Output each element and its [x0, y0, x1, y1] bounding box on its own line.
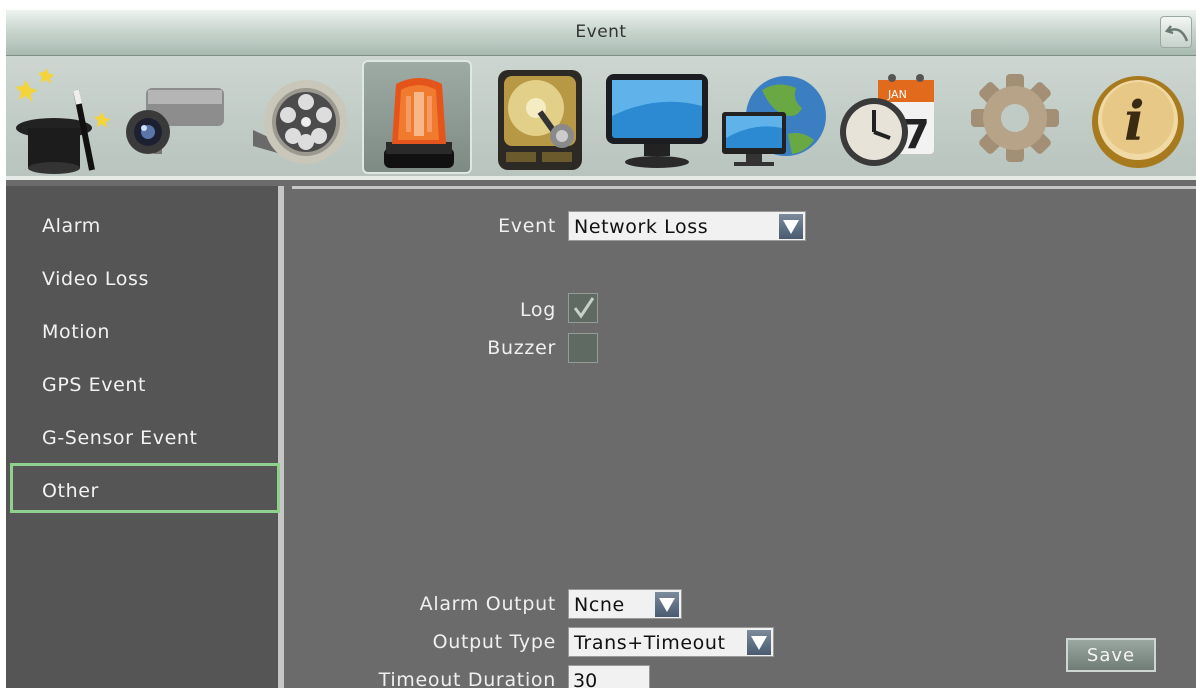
alarm-siren-icon[interactable]: [362, 60, 472, 174]
alarm-output-label: Alarm Output: [419, 593, 556, 615]
back-button[interactable]: [1160, 16, 1192, 48]
sidebar-item-alarm[interactable]: Alarm: [10, 198, 280, 248]
gear-icon[interactable]: [960, 60, 1070, 174]
output-type-value: Trans+Timeout: [574, 632, 726, 654]
hard-disk-icon[interactable]: [490, 60, 600, 174]
film-reel-icon[interactable]: [248, 60, 358, 174]
back-arrow-icon: [1164, 25, 1189, 42]
log-checkbox[interactable]: [568, 293, 598, 323]
calendar-month: JAN: [887, 88, 907, 101]
log-label: Log: [519, 299, 556, 321]
sidebar-item-other[interactable]: Other: [10, 463, 280, 513]
wizard-hat-icon[interactable]: [6, 60, 116, 174]
title-bar: Event: [6, 10, 1196, 56]
settings-panel: Event Network Loss Log Buzzer Alarm Outp…: [292, 186, 1196, 688]
buzzer-label: Buzzer: [487, 337, 556, 359]
alarm-output-value: Ncne: [574, 594, 625, 616]
main-toolbar: JAN 7 i: [6, 56, 1196, 180]
output-type-select[interactable]: Trans+Timeout: [568, 627, 774, 657]
timeout-duration-label: Timeout Duration: [378, 669, 556, 688]
event-label: Event: [498, 215, 556, 237]
clock-calendar-icon[interactable]: JAN 7: [832, 60, 942, 174]
sidebar-item-gps-event[interactable]: GPS Event: [10, 357, 280, 407]
sidebar-item-video-loss[interactable]: Video Loss: [10, 251, 280, 301]
event-select-value: Network Loss: [574, 216, 709, 238]
window-title: Event: [575, 22, 627, 42]
save-button[interactable]: Save: [1066, 638, 1156, 672]
sidebar-item-motion[interactable]: Motion: [10, 304, 280, 354]
sidebar: Alarm Video Loss Motion GPS Event G-Sens…: [6, 186, 284, 688]
checkmark-icon: [573, 297, 595, 319]
info-icon[interactable]: i: [1080, 60, 1190, 174]
chevron-down-icon: [779, 214, 803, 239]
sidebar-item-g-sensor-event[interactable]: G-Sensor Event: [10, 410, 280, 460]
event-select[interactable]: Network Loss: [568, 211, 806, 241]
timeout-duration-input[interactable]: 30: [568, 665, 650, 688]
buzzer-checkbox[interactable]: [568, 333, 598, 363]
chevron-down-icon: [747, 630, 771, 655]
monitor-icon[interactable]: [602, 60, 712, 174]
info-letter: i: [1124, 89, 1145, 153]
chevron-down-icon: [655, 592, 679, 617]
main-area: Alarm Video Loss Motion GPS Event G-Sens…: [6, 180, 1196, 688]
output-type-label: Output Type: [432, 631, 556, 653]
network-globe-icon[interactable]: [718, 60, 828, 174]
alarm-output-select[interactable]: Ncne: [568, 589, 682, 619]
camera-icon[interactable]: [118, 60, 228, 174]
